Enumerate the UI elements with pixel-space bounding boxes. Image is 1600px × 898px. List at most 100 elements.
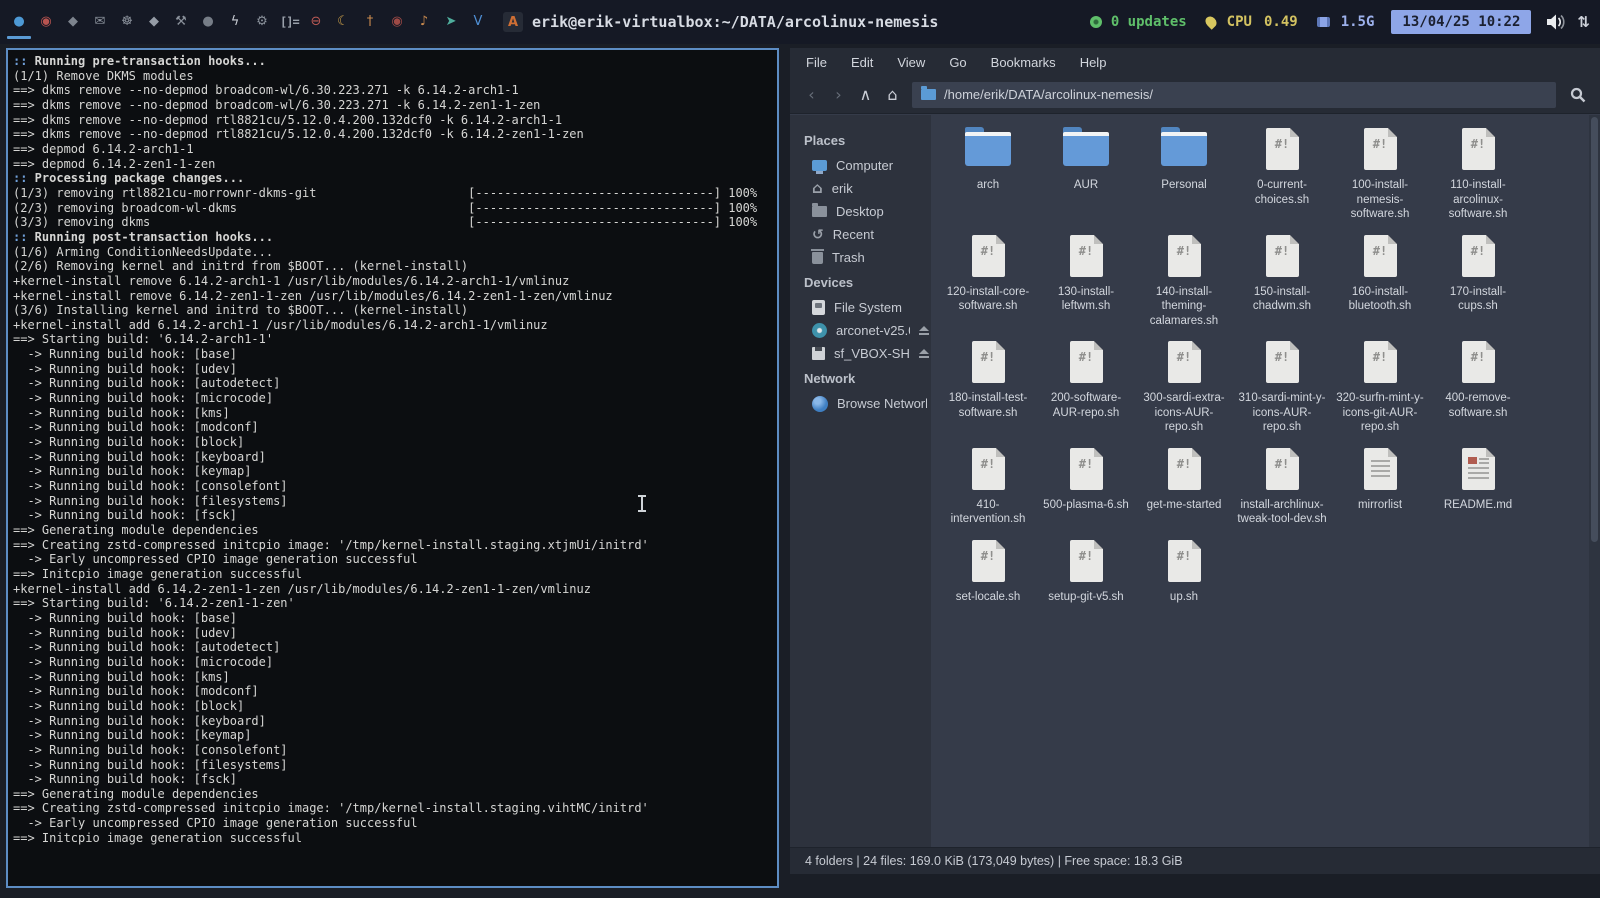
file-label: Personal: [1161, 178, 1206, 193]
security-shield-icon[interactable]: ◆: [145, 13, 163, 31]
record-icon[interactable]: ◉: [388, 13, 406, 31]
hashbang-glyph: #!: [981, 350, 995, 383]
memory-value[interactable]: 1.5G: [1341, 14, 1375, 30]
clock[interactable]: 13/04/25 10:22: [1391, 10, 1531, 34]
file-110-install-arcolinux-software-sh[interactable]: #!110-install-arcolinux-software.sh: [1430, 127, 1526, 222]
search-button[interactable]: [1564, 81, 1592, 108]
sidebar-item-trash[interactable]: Trash: [790, 246, 931, 269]
forward-button[interactable]: ›: [825, 81, 852, 108]
scrollbar[interactable]: [1589, 115, 1600, 847]
network-traffic-icon[interactable]: ⇅: [1577, 13, 1590, 31]
file-arch[interactable]: arch: [940, 127, 1036, 193]
updates-count[interactable]: 0 updates: [1111, 14, 1187, 30]
home-button[interactable]: ⌂: [879, 81, 906, 108]
menu-edit[interactable]: Edit: [839, 55, 885, 70]
file-get-me-started[interactable]: #!get-me-started: [1136, 447, 1232, 513]
terminal-logo-icon[interactable]: []=: [280, 13, 298, 31]
file-iconbox: #!: [972, 234, 1005, 278]
file-personal[interactable]: Personal: [1136, 127, 1232, 193]
path-bar[interactable]: /home/erik/DATA/arcolinux-nemesis/: [912, 82, 1556, 108]
vivaldi-icon[interactable]: V: [469, 13, 487, 31]
droplet-icon[interactable]: ●: [199, 13, 217, 31]
mail-icon[interactable]: ✉: [91, 13, 109, 31]
file-310-sardi-mint-y-icons-aur-repo-sh[interactable]: #!310-sardi-mint-y-icons-AUR-repo.sh: [1234, 340, 1330, 435]
sidebar-item-file-system[interactable]: File System: [790, 296, 931, 319]
fan-settings-icon[interactable]: ☸: [118, 13, 136, 31]
sidebar-item-computer[interactable]: Computer: [790, 154, 931, 177]
menu-file[interactable]: File: [794, 55, 839, 70]
terminal-line: ==> dkms remove --no-depmod rtl8821cu/5.…: [13, 113, 777, 128]
media-volume-icon[interactable]: ♪: [415, 13, 433, 31]
file-iconbox: #!: [1266, 127, 1299, 171]
cpu-value: 0.49: [1264, 14, 1298, 30]
file-140-install-theming-calamares-sh[interactable]: #!140-install-theming-calamares.sh: [1136, 234, 1232, 329]
sidebar-item-arconet-v25-0[interactable]: arconet-v25.0...: [790, 319, 931, 342]
sidebar-item-erik[interactable]: ⌂erik: [790, 177, 931, 200]
terminal-line: -> Running build hook: [filesystems]: [13, 758, 777, 773]
hashbang-glyph: #!: [981, 549, 995, 582]
sidebar-item-sf-vbox-sha[interactable]: sf_VBOX-SHA...: [790, 342, 931, 365]
script-file-icon: #!: [1364, 128, 1397, 170]
file-install-archlinux-tweak-tool-dev-sh[interactable]: #!install-archlinux-tweak-tool-dev.sh: [1234, 447, 1330, 527]
terminal-line: -> Running build hook: [udev]: [13, 362, 777, 377]
terminal-window[interactable]: :: Running pre-transaction hooks...(1/1)…: [6, 48, 779, 888]
scrollbar-thumb[interactable]: [1591, 117, 1598, 542]
file-400-remove-software-sh[interactable]: #!400-remove-software.sh: [1430, 340, 1526, 420]
sidebar-item-desktop[interactable]: Desktop: [790, 200, 931, 223]
browser-icon[interactable]: ●: [10, 13, 28, 31]
file-aur[interactable]: AUR: [1038, 127, 1134, 193]
cross-app-icon[interactable]: †: [361, 13, 379, 31]
terminal-line: -> Running build hook: [fsck]: [13, 772, 777, 787]
package-update-icon[interactable]: ◉: [37, 13, 55, 31]
back-button[interactable]: ‹: [798, 81, 825, 108]
file-iconbox: #!: [972, 447, 1005, 491]
terminal-line: ==> Generating module dependencies: [13, 787, 777, 802]
cpu-label: CPU: [1227, 14, 1252, 30]
file-180-install-test-software-sh[interactable]: #! 180-install-test-software.sh: [940, 340, 1036, 420]
file-500-plasma-6-sh[interactable]: #!500-plasma-6.sh: [1038, 447, 1134, 513]
menu-help[interactable]: Help: [1068, 55, 1119, 70]
menu-view[interactable]: View: [885, 55, 937, 70]
do-not-disturb-icon[interactable]: ⊖: [307, 13, 325, 31]
file-300-sardi-extra-icons-aur-repo-sh[interactable]: #!300-sardi-extra-icons-AUR-repo.sh: [1136, 340, 1232, 435]
sidebar-item-recent[interactable]: ↺Recent: [790, 223, 931, 246]
file-320-surfn-mint-y-icons-git-aur-repo-sh[interactable]: #!320-surfn-mint-y-icons-git-AUR-repo.sh: [1332, 340, 1428, 435]
gear-icon[interactable]: ⚙: [253, 13, 271, 31]
cpu-flame-icon: [1203, 14, 1219, 30]
eject-icon[interactable]: [919, 349, 927, 358]
telegram-icon[interactable]: ➤: [442, 13, 460, 31]
cpu-widget[interactable]: CPU 0.49: [1227, 14, 1298, 30]
menu-bookmarks[interactable]: Bookmarks: [979, 55, 1068, 70]
file-readme-md[interactable]: README.md: [1430, 447, 1526, 513]
file-130-install-leftwm-sh[interactable]: #!130-install-leftwm.sh: [1038, 234, 1134, 314]
terminal-line: -> Running build hook: [keyboard]: [13, 714, 777, 729]
menu-go[interactable]: Go: [937, 55, 978, 70]
file-120-install-core-software-sh[interactable]: #!120-install-core-software.sh: [940, 234, 1036, 314]
file-set-locale-sh[interactable]: #!set-locale.sh: [940, 539, 1036, 605]
up-button[interactable]: ∧: [852, 81, 879, 108]
file-160-install-bluetooth-sh[interactable]: #!160-install-bluetooth.sh: [1332, 234, 1428, 314]
file-up-sh[interactable]: #!up.sh: [1136, 539, 1232, 605]
file-setup-git-v5-sh[interactable]: #!setup-git-v5.sh: [1038, 539, 1134, 605]
file-label: 180-install-test-software.sh: [941, 391, 1035, 420]
trash-icon: [812, 252, 823, 264]
hashbang-glyph: #!: [1275, 244, 1289, 277]
file-100-install-nemesis-software-sh[interactable]: #!100-install-nemesis-software.sh: [1332, 127, 1428, 222]
file-410-intervention-sh[interactable]: #!410-intervention.sh: [940, 447, 1036, 527]
terminal-line: ==> dkms remove --no-depmod broadcom-wl/…: [13, 83, 777, 98]
file-0-current-choices-sh[interactable]: #!0-current-choices.sh: [1234, 127, 1330, 207]
shield-icon[interactable]: ◆: [64, 13, 82, 31]
eject-icon[interactable]: [919, 326, 927, 335]
terminal-line: -> Running build hook: [udev]: [13, 626, 777, 641]
file-label: 110-install-arcolinux-software.sh: [1431, 178, 1525, 222]
tools-icon[interactable]: ⚒: [172, 13, 190, 31]
file-150-install-chadwm-sh[interactable]: #!150-install-chadwm.sh: [1234, 234, 1330, 314]
file-200-software-aur-repo-sh[interactable]: #!200-software-AUR-repo.sh: [1038, 340, 1134, 420]
sidebar-item-browse-network[interactable]: Browse Network: [790, 392, 931, 415]
night-mode-icon[interactable]: ☾: [334, 13, 352, 31]
file-170-install-cups-sh[interactable]: #!170-install-cups.sh: [1430, 234, 1526, 314]
script-file-icon: #!: [972, 540, 1005, 582]
file-mirrorlist[interactable]: mirrorlist: [1332, 447, 1428, 513]
volume-icon[interactable]: [1546, 13, 1568, 31]
lightning-icon[interactable]: ϟ: [226, 13, 244, 31]
